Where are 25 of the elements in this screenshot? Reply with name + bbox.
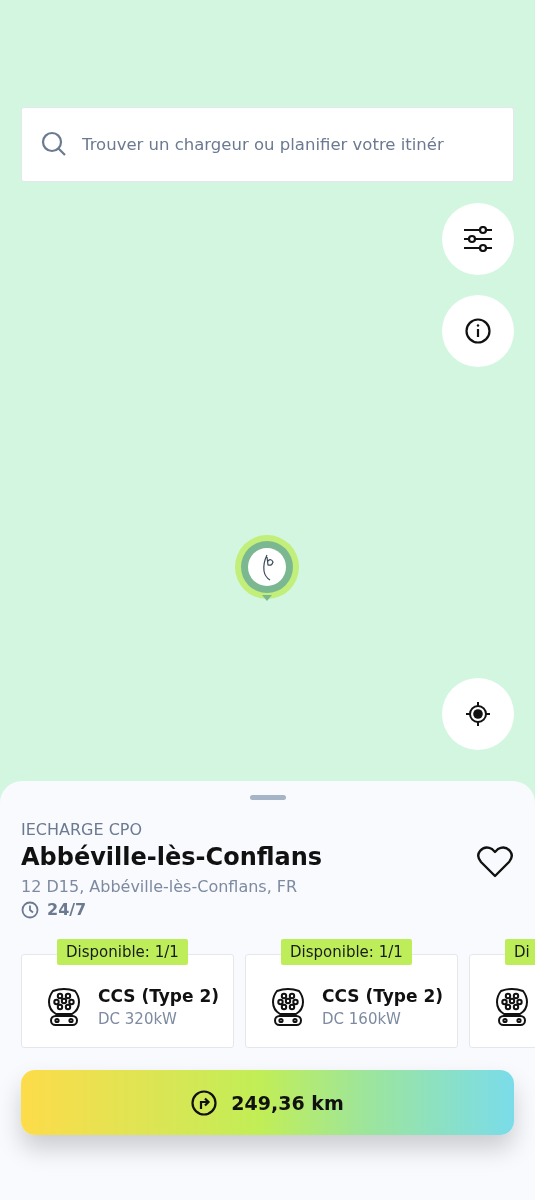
availability-tag: Di xyxy=(505,939,535,965)
station-address: 12 D15, Abbéville-lès-Conflans, FR xyxy=(21,877,299,896)
heart-icon xyxy=(477,846,513,878)
drag-handle[interactable] xyxy=(249,795,286,800)
connector-icon xyxy=(496,988,528,1026)
connector-icon xyxy=(48,988,80,1026)
opening-hours: 24/7 xyxy=(47,900,87,919)
connector-power: DC 160kW xyxy=(322,1010,402,1028)
turn-right-icon xyxy=(191,1089,218,1116)
connector-type: CCS (Type 2) xyxy=(98,986,220,1006)
availability-tag: Disponible: 1/1 xyxy=(57,939,188,965)
map-marker[interactable] xyxy=(235,535,299,601)
locate-icon xyxy=(465,701,491,727)
connector-power: DC 320kW xyxy=(98,1010,178,1028)
availability-tag: Disponible: 1/1 xyxy=(281,939,412,965)
operator-name: IECHARGE CPO xyxy=(21,820,144,839)
filter-icon xyxy=(463,226,493,252)
search-icon xyxy=(41,131,67,157)
route-button[interactable]: 249,36 km xyxy=(21,1070,514,1135)
connector-type: CCS (Type 2) xyxy=(322,986,444,1006)
station-name: Abbéville-lès-Conflans xyxy=(21,843,323,871)
info-icon xyxy=(465,318,491,344)
clock-icon xyxy=(21,900,39,919)
connector-icon xyxy=(272,988,304,1026)
search-field[interactable]: Trouver un chargeur ou planifier votre itinér xyxy=(21,107,514,182)
